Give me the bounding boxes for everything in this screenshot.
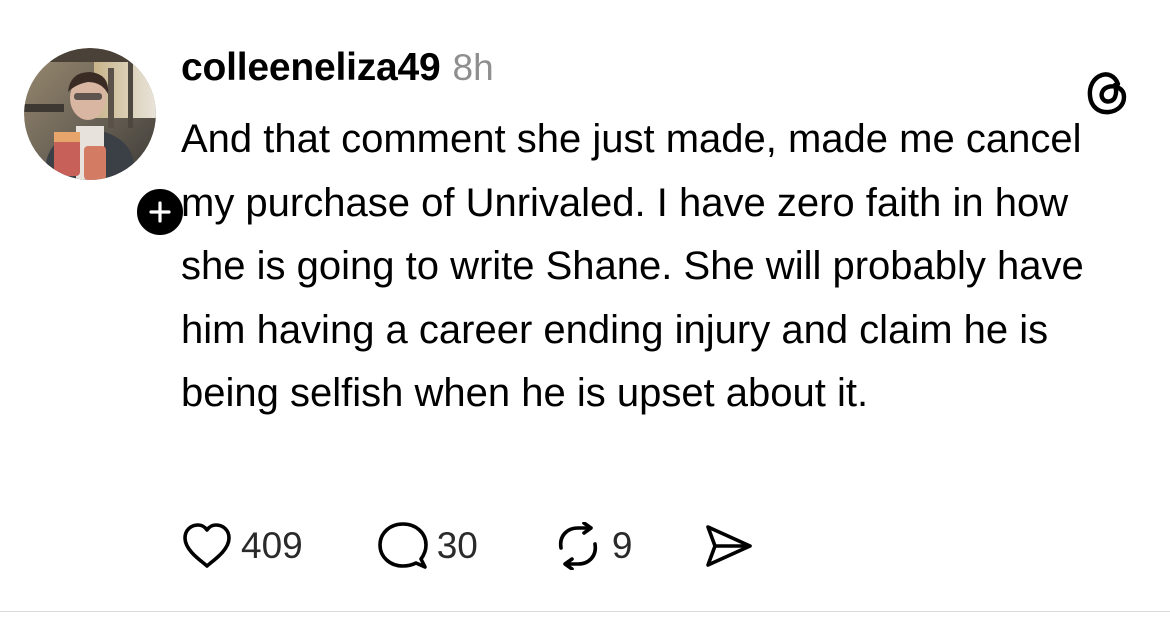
comment-icon	[377, 522, 428, 569]
like-count: 409	[241, 525, 303, 566]
avatar[interactable]	[24, 48, 156, 180]
thread-post: colleeneliza49 8h And that comment she j…	[0, 0, 1170, 612]
username[interactable]: colleeneliza49	[181, 46, 441, 90]
post-header: colleeneliza49 8h	[181, 46, 494, 96]
heart-icon	[183, 523, 231, 568]
action-bar: 409 30 9	[181, 520, 754, 572]
post-time: 8h	[452, 47, 494, 88]
plus-icon	[149, 201, 171, 223]
avatar-container[interactable]	[24, 48, 188, 240]
like-button[interactable]: 409	[181, 522, 303, 570]
share-button[interactable]	[704, 523, 754, 569]
repost-count: 9	[611, 525, 633, 566]
reply-button[interactable]: 30	[377, 521, 478, 571]
divider	[0, 611, 1170, 612]
post-text: And that comment she just made, made me …	[181, 117, 1084, 415]
follow-button[interactable]	[132, 184, 188, 240]
reply-count: 30	[436, 525, 478, 566]
repost-button[interactable]: 9	[552, 522, 633, 570]
repost-icon	[558, 522, 597, 570]
send-icon	[706, 525, 753, 567]
